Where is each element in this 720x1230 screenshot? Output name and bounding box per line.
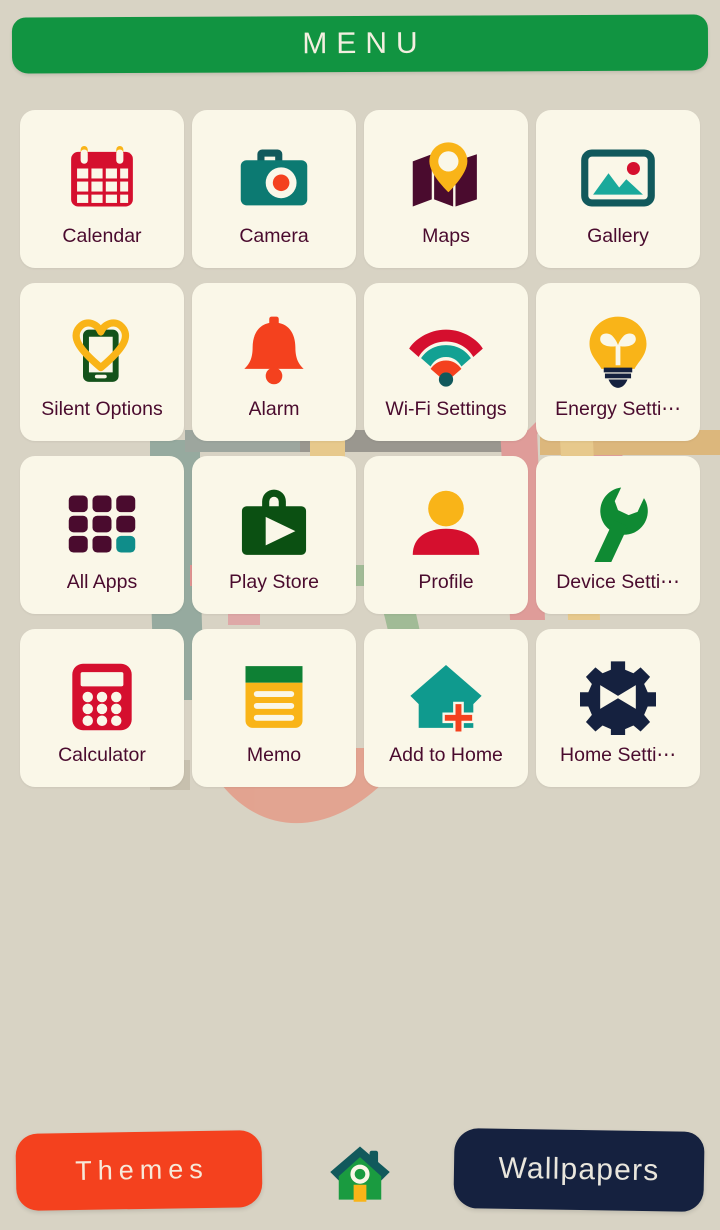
app-tile-alarm[interactable]: Alarm	[192, 283, 356, 441]
home-icon	[330, 1146, 390, 1202]
app-tile-label: Alarm	[248, 399, 300, 421]
wifi-icon	[404, 309, 488, 393]
app-tile-all-apps[interactable]: All Apps	[20, 456, 184, 614]
app-tile-profile[interactable]: Profile	[364, 456, 528, 614]
menu-header-bar: MENU	[11, 14, 709, 74]
app-tile-label: Play Store	[229, 572, 319, 594]
app-tile-silent-options[interactable]: Silent Options	[20, 283, 184, 441]
app-tile-calendar[interactable]: Calendar	[20, 110, 184, 268]
app-tile-add-to-home[interactable]: Add to Home	[364, 629, 528, 787]
person-icon	[404, 482, 488, 566]
maps-icon	[404, 136, 488, 220]
wallpapers-button-label: Wallpapers	[498, 1151, 660, 1188]
themes-button[interactable]: Themes	[15, 1130, 263, 1211]
app-tile-label: Silent Options	[41, 399, 163, 421]
app-tile-play-store[interactable]: Play Store	[192, 456, 356, 614]
app-tile-label: Gallery	[587, 226, 649, 248]
app-grid: Calendar Camera Maps Gallery Silent Opti…	[20, 110, 700, 787]
app-tile-label: Home Setti⋯	[560, 745, 676, 767]
app-tile-gallery[interactable]: Gallery	[536, 110, 700, 268]
memo-icon	[232, 655, 316, 739]
app-tile-label: Device Setti⋯	[556, 572, 680, 594]
wrench-icon	[576, 482, 660, 566]
play-store-icon	[232, 482, 316, 566]
wallpapers-button[interactable]: Wallpapers	[453, 1128, 705, 1212]
page-title: MENU	[302, 26, 427, 61]
app-tile-calculator[interactable]: Calculator	[20, 629, 184, 787]
silent-options-icon	[60, 309, 144, 393]
app-tile-energy-setti[interactable]: Energy Setti⋯	[536, 283, 700, 441]
app-tile-label: Wi-Fi Settings	[385, 399, 507, 421]
add-to-home-icon	[404, 655, 488, 739]
app-tile-device-setti[interactable]: Device Setti⋯	[536, 456, 700, 614]
app-grid-icon	[60, 482, 144, 566]
lightbulb-icon	[576, 309, 660, 393]
app-tile-label: Camera	[239, 226, 309, 248]
app-tile-label: Calculator	[58, 745, 146, 767]
app-tile-memo[interactable]: Memo	[192, 629, 356, 787]
gear-icon	[576, 655, 660, 739]
app-tile-label: Memo	[246, 745, 302, 767]
app-tile-label: Energy Setti⋯	[555, 399, 681, 421]
app-tile-label: Add to Home	[389, 745, 503, 767]
calendar-icon	[60, 136, 144, 220]
bell-icon	[232, 309, 316, 393]
themes-button-label: Themes	[74, 1153, 209, 1186]
camera-icon	[232, 136, 316, 220]
app-tile-label: Profile	[418, 572, 474, 594]
bottom-bar: Themes Wallpapers	[0, 1110, 720, 1230]
home-button[interactable]	[324, 1136, 396, 1208]
app-tile-home-setti[interactable]: Home Setti⋯	[536, 629, 700, 787]
app-tile-maps[interactable]: Maps	[364, 110, 528, 268]
app-tile-label: All Apps	[66, 572, 138, 594]
app-tile-camera[interactable]: Camera	[192, 110, 356, 268]
app-tile-label: Maps	[422, 226, 470, 248]
calculator-icon	[60, 655, 144, 739]
menu-header: MENU	[11, 14, 709, 74]
app-tile-wi-fi-settings[interactable]: Wi-Fi Settings	[364, 283, 528, 441]
gallery-icon	[576, 136, 660, 220]
app-tile-label: Calendar	[62, 226, 142, 248]
